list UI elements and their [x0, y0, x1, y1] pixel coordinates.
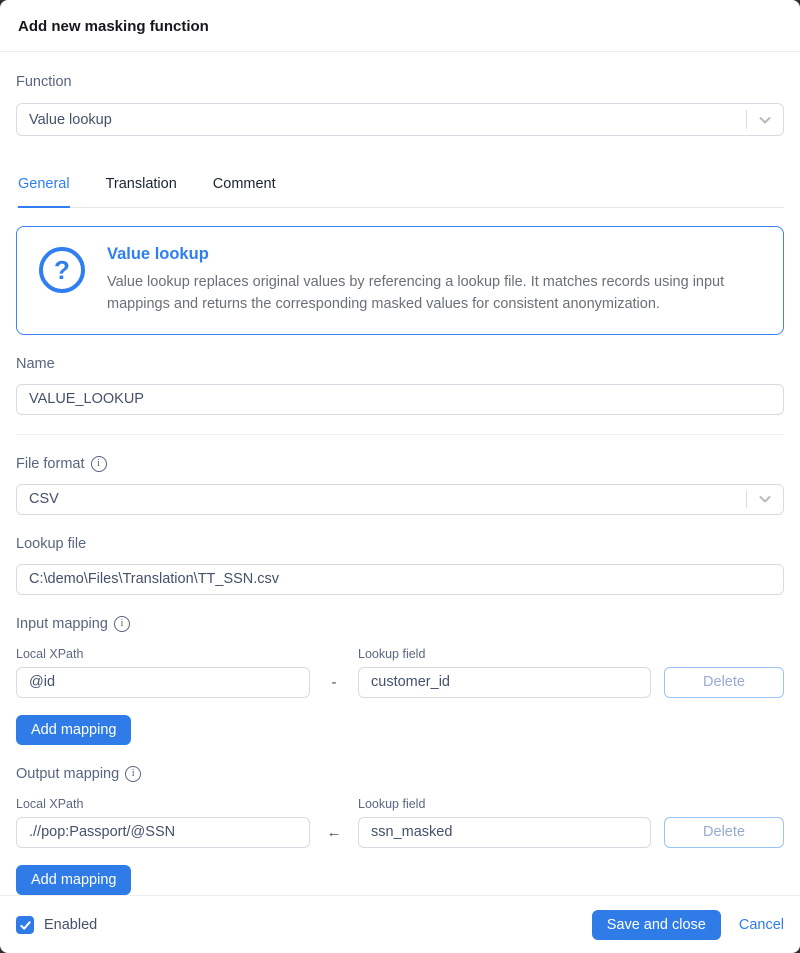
lookup-field-column-label: Lookup field: [358, 797, 651, 811]
cancel-link[interactable]: Cancel: [739, 917, 784, 933]
select-divider: [746, 110, 747, 129]
name-input[interactable]: [16, 384, 784, 415]
tab-general[interactable]: General: [18, 170, 70, 208]
mapping-separator: -: [310, 674, 358, 691]
function-label: Function: [16, 74, 784, 90]
output-mapping-label-text: Output mapping: [16, 766, 119, 782]
input-mapping-row: - Delete: [16, 667, 784, 698]
tab-comment[interactable]: Comment: [213, 170, 276, 208]
file-format-label: File format i: [16, 456, 784, 472]
enabled-label: Enabled: [44, 917, 97, 933]
lookup-file-label: Lookup file: [16, 536, 784, 552]
info-circle-icon[interactable]: i: [125, 766, 141, 782]
input-mapping-local-xpath-input[interactable]: [16, 667, 310, 698]
lookup-file-input[interactable]: [16, 564, 784, 595]
name-label: Name: [16, 356, 784, 372]
file-format-label-text: File format: [16, 456, 85, 472]
info-circle-icon[interactable]: i: [114, 616, 130, 632]
add-masking-function-dialog: Add new masking function Function Value …: [0, 0, 800, 953]
tab-bar: General Translation Comment: [16, 170, 784, 208]
question-mark-icon: ?: [39, 247, 85, 293]
input-mapping-label: Input mapping i: [16, 616, 784, 632]
input-mapping-add-button[interactable]: Add mapping: [16, 715, 131, 745]
info-box-title: Value lookup: [107, 245, 767, 264]
file-format-select-value: CSV: [29, 491, 59, 507]
checkmark-icon: [20, 920, 31, 931]
file-format-select[interactable]: CSV: [16, 484, 784, 515]
dialog-title: Add new masking function: [18, 18, 782, 35]
output-mapping-add-button[interactable]: Add mapping: [16, 865, 131, 895]
input-mapping-lookup-field-input[interactable]: [358, 667, 651, 698]
input-mapping-label-text: Input mapping: [16, 616, 108, 632]
dialog-header: Add new masking function: [0, 0, 800, 52]
tab-translation[interactable]: Translation: [106, 170, 177, 208]
info-text-block: Value lookup Value lookup replaces origi…: [107, 245, 767, 316]
footer-actions: Save and close Cancel: [592, 910, 784, 940]
chevron-down-icon: [757, 112, 773, 128]
enabled-checkbox[interactable]: [16, 916, 34, 934]
local-xpath-column-label: Local XPath: [16, 797, 310, 811]
lookup-field-column-label: Lookup field: [358, 647, 651, 661]
output-mapping-row: ← Delete: [16, 817, 784, 848]
output-mapping-local-xpath-input[interactable]: [16, 817, 310, 848]
output-mapping-delete-button[interactable]: Delete: [664, 817, 784, 848]
dialog-body: Function Value lookup General Translatio…: [0, 52, 800, 895]
save-and-close-button[interactable]: Save and close: [592, 910, 721, 940]
function-info-box: ? Value lookup Value lookup replaces ori…: [16, 226, 784, 335]
section-divider: [16, 434, 784, 435]
output-mapping-label: Output mapping i: [16, 766, 784, 782]
output-mapping-column-labels: Local XPath Lookup field: [16, 797, 784, 811]
input-mapping-column-labels: Local XPath Lookup field: [16, 647, 784, 661]
dialog-footer: Enabled Save and close Cancel: [0, 895, 800, 953]
select-divider: [746, 491, 747, 508]
function-select[interactable]: Value lookup: [16, 103, 784, 136]
mapping-arrow-left: ←: [310, 824, 358, 841]
input-mapping-delete-button[interactable]: Delete: [664, 667, 784, 698]
info-box-description: Value lookup replaces original values by…: [107, 272, 767, 316]
output-mapping-lookup-field-input[interactable]: [358, 817, 651, 848]
chevron-down-icon: [757, 491, 773, 507]
info-circle-icon[interactable]: i: [91, 456, 107, 472]
local-xpath-column-label: Local XPath: [16, 647, 310, 661]
function-select-value: Value lookup: [29, 112, 112, 128]
